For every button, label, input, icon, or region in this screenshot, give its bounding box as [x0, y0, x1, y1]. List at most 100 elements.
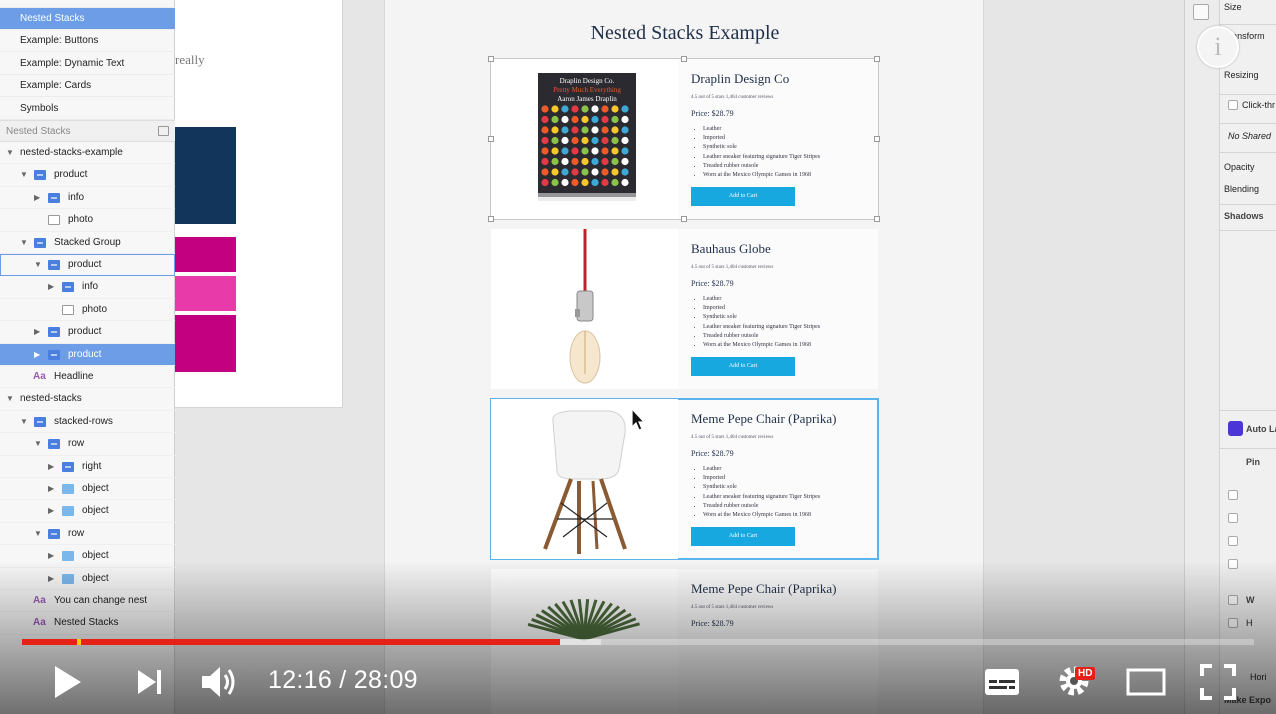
theater-mode-icon[interactable] [1126, 668, 1166, 696]
page-item[interactable]: Example: Dynamic Text [0, 53, 175, 75]
layer-row[interactable]: ▼ row [0, 523, 175, 546]
hd-badge: HD [1075, 667, 1096, 680]
next-icon[interactable] [136, 668, 164, 696]
disclosure-closed-icon[interactable]: ▶ [48, 500, 58, 522]
product-price: Price: $28.79 [691, 449, 734, 458]
checkbox[interactable] [1228, 513, 1238, 523]
layer-row[interactable]: photo [0, 209, 175, 232]
page-item[interactable]: Symbols [0, 98, 175, 120]
inspector-row[interactable]: Shadows [1224, 211, 1264, 221]
layer-name: row [68, 438, 85, 450]
headline[interactable]: Nested Stacks Example [385, 22, 985, 45]
layer-name: product [68, 259, 102, 270]
product-card[interactable]: Draplin Design Co. Pretty Much Everything… [488, 56, 880, 222]
inspector-row[interactable]: Size [1224, 2, 1242, 12]
resize-handle[interactable] [488, 216, 494, 222]
layer-row[interactable]: Aa Headline [0, 366, 175, 389]
layer-row[interactable]: ▼ Stacked Group [0, 232, 175, 254]
disclosure-closed-icon[interactable]: ▶ [34, 344, 44, 366]
add-to-cart-button[interactable]: Add to Cart [691, 357, 795, 376]
product-card[interactable]: Bauhaus Globe 4.5 out of 5 stars 1,464 cu… [491, 229, 878, 389]
inspector-row[interactable]: Click-thr [1242, 100, 1275, 110]
disclosure-closed-icon[interactable]: ▶ [48, 456, 58, 478]
disclosure-closed-icon[interactable]: ▶ [48, 478, 58, 500]
progress-bar[interactable] [22, 639, 1254, 645]
info-icon[interactable]: i [1197, 26, 1239, 68]
page-item[interactable]: Example: Cards [0, 75, 175, 98]
layer-row[interactable]: ▶ object [0, 500, 175, 523]
folder-icon [62, 484, 74, 494]
layer-row[interactable]: ▼ nested-stacks-example [0, 142, 175, 165]
feature-item: Imported [703, 474, 820, 483]
resize-handle[interactable] [488, 56, 494, 62]
layer-row[interactable]: ▼ product [0, 254, 175, 277]
layer-row[interactable]: ▶ product [0, 321, 175, 344]
bulb-image [569, 229, 601, 384]
subtitles-icon[interactable] [984, 668, 1020, 696]
inspector-row[interactable]: Pin [1246, 457, 1260, 467]
inspector-row[interactable]: Resizing [1224, 70, 1259, 80]
disclosure-open-icon[interactable]: ▼ [34, 433, 44, 455]
inspector-row[interactable]: No Shared [1228, 131, 1271, 141]
resize-handle[interactable] [874, 56, 880, 62]
page-item[interactable]: Example: Buttons [0, 30, 175, 53]
book-line-1: Draplin Design Co. [560, 77, 615, 85]
left-artboard[interactable]: really [175, 0, 343, 408]
layout-icon[interactable] [1193, 4, 1209, 20]
inspector-divider [1220, 204, 1276, 205]
feature-item: Imported [703, 134, 820, 143]
layer-row[interactable]: ▶ info [0, 187, 175, 210]
stack-group-icon [48, 349, 60, 360]
disclosure-open-icon[interactable]: ▼ [34, 254, 44, 276]
disclosure-open-icon[interactable]: ▼ [20, 411, 30, 433]
resize-handle[interactable] [681, 56, 687, 62]
layer-row[interactable]: ▼ row [0, 433, 175, 456]
inspector-divider [1220, 94, 1276, 95]
volume-icon[interactable] [200, 664, 242, 700]
disclosure-closed-icon[interactable]: ▶ [34, 321, 44, 343]
add-to-cart-button[interactable]: Add to Cart [691, 527, 795, 546]
layer-name: stacked-rows [54, 415, 113, 427]
layer-row[interactable]: ▼ nested-stacks [0, 388, 175, 411]
inspector-row[interactable]: Opacity [1224, 162, 1255, 172]
inspector-row[interactable]: Blending [1224, 184, 1259, 194]
inspector-row[interactable]: Auto La [1246, 424, 1276, 434]
book-line-2: Pretty Much Everything [553, 86, 621, 94]
layer-row[interactable]: ▶ right [0, 456, 175, 478]
disclosure-open-icon[interactable]: ▼ [20, 232, 30, 254]
checkbox[interactable] [1228, 490, 1238, 500]
checkbox[interactable] [1228, 536, 1238, 546]
disclosure-open-icon[interactable]: ▼ [6, 388, 16, 410]
play-icon[interactable] [52, 664, 84, 700]
feature-item: Synthetic sole [703, 483, 820, 492]
layer-name: object [82, 483, 109, 494]
layer-row[interactable]: ▶ object [0, 478, 175, 501]
disclosure-open-icon[interactable]: ▼ [34, 523, 44, 545]
layer-name: right [82, 460, 102, 472]
fullscreen-icon[interactable] [1200, 664, 1236, 700]
resize-handle[interactable] [681, 216, 687, 222]
page-item-partial[interactable] [0, 0, 175, 8]
disclosure-closed-icon[interactable]: ▶ [48, 276, 58, 298]
product-title: Meme Pepe Chair (Paprika) [691, 411, 837, 426]
add-to-cart-button[interactable]: Add to Cart [691, 187, 795, 206]
feature-item: Treaded rubber outsole [703, 162, 820, 171]
layer-row[interactable]: ▼ product [0, 164, 175, 187]
feature-item: Synthetic sole [703, 313, 820, 322]
resize-handle[interactable] [874, 136, 880, 142]
layer-row[interactable]: ▼ stacked-rows [0, 411, 175, 434]
rectangle-icon [62, 304, 74, 315]
disclosure-closed-icon[interactable]: ▶ [34, 187, 44, 209]
layer-name: photo [68, 214, 94, 226]
disclosure-open-icon[interactable]: ▼ [20, 164, 30, 186]
collapse-icon[interactable] [158, 126, 169, 136]
resize-handle[interactable] [488, 136, 494, 142]
layer-row[interactable]: photo [0, 299, 175, 322]
page-item[interactable]: Nested Stacks [0, 8, 175, 30]
resize-handle[interactable] [874, 216, 880, 222]
layer-row[interactable]: ▶ product [0, 343, 175, 366]
disclosure-open-icon[interactable]: ▼ [6, 142, 16, 164]
layer-row[interactable]: ▶ info [0, 276, 175, 299]
product-card[interactable]: Meme Pepe Chair (Paprika) 4.5 out of 5 st… [490, 398, 879, 560]
checkbox[interactable] [1228, 100, 1238, 110]
